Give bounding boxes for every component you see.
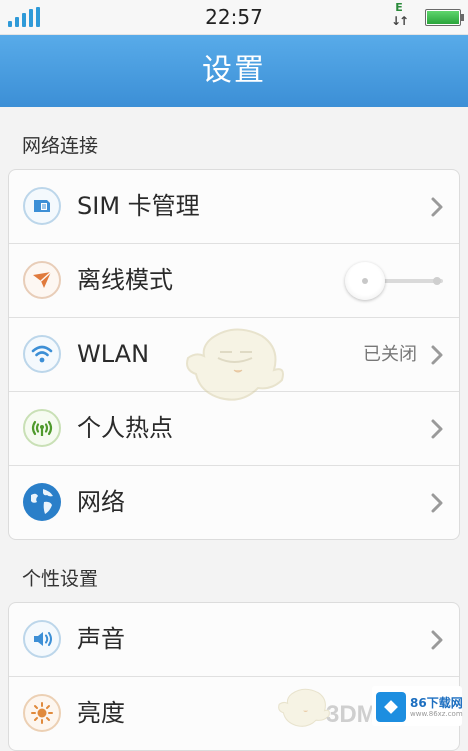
page-title: 设置 <box>0 35 468 107</box>
settings-item-airplane-mode[interactable]: 离线模式 <box>9 243 459 317</box>
battery-icon <box>425 9 464 26</box>
chevron-right-icon <box>431 197 443 217</box>
speaker-icon <box>23 620 61 658</box>
settings-item-sim-card[interactable]: SIM 卡管理 <box>9 170 459 243</box>
network-type-label: E <box>395 1 403 14</box>
wlan-status-value: 已关闭 <box>363 344 417 365</box>
settings-item-sound[interactable]: 声音 <box>9 603 459 676</box>
hotspot-icon <box>23 409 61 447</box>
site-logo-watermark: 86下载网 www.86xz.com <box>372 686 463 726</box>
settings-item-label: 离线模式 <box>77 266 173 294</box>
chevron-right-icon <box>431 493 443 513</box>
settings-item-label: SIM 卡管理 <box>77 192 200 220</box>
sun-icon <box>23 694 61 732</box>
airplane-mode-toggle[interactable] <box>345 262 443 300</box>
logo-title: 86下载网 <box>410 696 463 710</box>
settings-group-personalization: 声音 亮度 <box>8 602 460 751</box>
chevron-right-icon <box>431 630 443 650</box>
wifi-icon <box>23 335 61 373</box>
chevron-right-icon <box>431 345 443 365</box>
settings-item-label: 声音 <box>77 625 125 653</box>
settings-item-label: WLAN <box>77 340 150 368</box>
section-header-personalization: 个性设置 <box>22 568 99 590</box>
settings-item-label: 亮度 <box>77 699 125 727</box>
logo-subtitle: www.86xz.com <box>410 710 463 718</box>
chevron-right-icon <box>431 419 443 439</box>
toggle-knob[interactable] <box>345 262 385 300</box>
network-arrows: ↓↑ <box>390 14 409 28</box>
watermark-text: 3DM <box>326 701 377 728</box>
section-header-network: 网络连接 <box>22 135 99 157</box>
mascot-watermark-icon <box>186 328 284 401</box>
sim-card-icon <box>23 187 61 225</box>
settings-item-network[interactable]: 网络 <box>9 465 459 539</box>
logo-box-icon <box>376 692 406 722</box>
paper-plane-icon <box>23 261 61 299</box>
data-arrows-icon: E ↓↑ <box>388 2 410 30</box>
settings-item-label: 个人热点 <box>77 414 173 442</box>
status-bar: 22:57 E ↓↑ <box>0 0 468 35</box>
mascot-watermark-small-icon <box>278 688 330 727</box>
settings-item-label: 网络 <box>77 488 125 516</box>
globe-icon <box>23 483 61 521</box>
